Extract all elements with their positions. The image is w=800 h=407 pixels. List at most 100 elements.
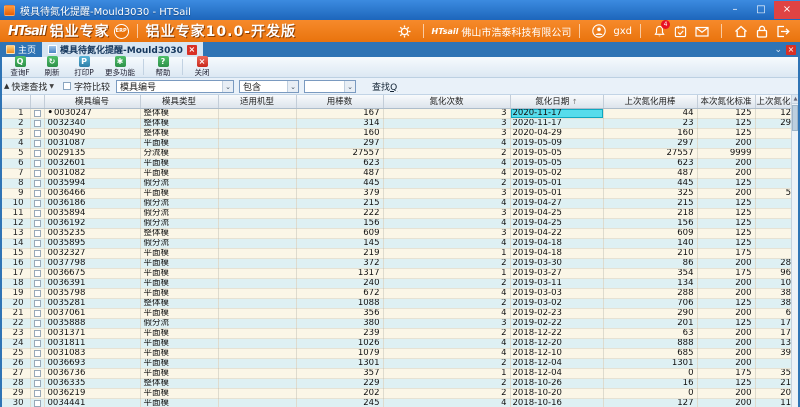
cell-standard[interactable]: 200 — [697, 258, 755, 268]
cell-nitride-times[interactable]: 4 — [383, 158, 510, 168]
cell-nitride-date[interactable]: 2019-03-11 — [510, 278, 603, 288]
query-button[interactable]: Q 查询F — [4, 57, 36, 78]
cell-mold-type[interactable]: 平面模 — [140, 278, 218, 288]
row-checkbox[interactable] — [34, 340, 41, 347]
cell-last-rod[interactable]: 215 — [603, 198, 697, 208]
cell-rod-count[interactable]: 245 — [296, 398, 383, 407]
row-number-cell[interactable]: 18 — [0, 278, 30, 288]
cell-nitride-times[interactable]: 3 — [383, 118, 510, 128]
cell-last-rod[interactable]: 23 — [603, 118, 697, 128]
table-row[interactable]: 60032601平面模62342019-05-056232000 — [0, 158, 800, 168]
row-checkbox[interactable] — [34, 270, 41, 277]
cell-last-rod[interactable]: 888 — [603, 338, 697, 348]
cell-nitride-date[interactable]: 2019-05-02 — [510, 168, 603, 178]
cell-last-rod[interactable]: 160 — [603, 128, 697, 138]
cell-standard[interactable]: 175 — [697, 248, 755, 258]
header-row-number[interactable] — [0, 95, 30, 108]
cell-rod-count[interactable]: 379 — [296, 188, 383, 198]
cell-mold-type[interactable]: 平面模 — [140, 168, 218, 178]
print-button[interactable]: P 打印P — [68, 57, 100, 78]
header-checkbox[interactable] — [30, 95, 44, 108]
cell-mold-type[interactable]: 平面模 — [140, 328, 218, 338]
table-row[interactable]: 190035798平面模67242019-03-03288200384 — [0, 288, 800, 298]
table-row[interactable]: 100036186假分流21542019-04-272151250 — [0, 198, 800, 208]
row-number-cell[interactable]: 29 — [0, 388, 30, 398]
cell-mold-id[interactable]: 0036675 — [44, 268, 140, 278]
cell-machine[interactable] — [218, 198, 296, 208]
row-checkbox[interactable] — [34, 330, 41, 337]
cell-machine[interactable] — [218, 118, 296, 128]
cell-rod-count[interactable]: 215 — [296, 198, 383, 208]
cell-last-rod[interactable]: 86 — [603, 258, 697, 268]
cell-machine[interactable] — [218, 388, 296, 398]
cell-mold-id[interactable]: 0035235 — [44, 228, 140, 238]
cell-mold-type[interactable]: 平面模 — [140, 138, 218, 148]
cell-last-rod[interactable]: 63 — [603, 328, 697, 338]
cell-rod-count[interactable]: 1026 — [296, 338, 383, 348]
cell-machine[interactable] — [218, 318, 296, 328]
cell-rod-count[interactable]: 167 — [296, 108, 383, 118]
table-row[interactable]: 280036335整体模22922018-10-2616125213 — [0, 378, 800, 388]
row-checkbox[interactable] — [34, 250, 41, 257]
table-row[interactable]: 210037061平面模35642019-02-2329020066 — [0, 308, 800, 318]
tab-home[interactable]: 主页 — [0, 42, 42, 57]
table-row[interactable]: 150032327平面模21912019-04-182101759 — [0, 248, 800, 258]
header-nitride-date[interactable]: 氮化日期 ↑ — [510, 95, 603, 108]
cell-rod-count[interactable]: 672 — [296, 288, 383, 298]
cell-rod-count[interactable]: 1088 — [296, 298, 383, 308]
cell-mold-id[interactable]: 0029135 — [44, 148, 140, 158]
cell-mold-type[interactable]: 平面模 — [140, 308, 218, 318]
cell-last-rod[interactable]: 445 — [603, 178, 697, 188]
cell-rod-count[interactable]: 623 — [296, 158, 383, 168]
cell-rod-count[interactable]: 380 — [296, 318, 383, 328]
row-select-cell[interactable] — [30, 238, 44, 248]
table-row[interactable]: 290036219平面模20222018-10-200200202 — [0, 388, 800, 398]
cell-mold-id[interactable]: 0036391 — [44, 278, 140, 288]
cell-mold-type[interactable]: 整体模 — [140, 128, 218, 138]
row-checkbox[interactable] — [34, 370, 41, 377]
cell-nitride-times[interactable]: 2 — [383, 358, 510, 368]
cell-nitride-date[interactable]: 2019-05-09 — [510, 138, 603, 148]
row-select-cell[interactable] — [30, 268, 44, 278]
cell-nitride-date[interactable]: 2020-04-29 — [510, 128, 603, 138]
field-select[interactable]: 模具编号 ⌄ — [116, 80, 234, 93]
cell-last-rod[interactable]: 0 — [603, 388, 697, 398]
table-row[interactable]: 200035281整体模108822019-03-02706125382 — [0, 298, 800, 308]
cell-standard[interactable]: 125 — [697, 298, 755, 308]
cell-machine[interactable] — [218, 258, 296, 268]
cell-mold-type[interactable]: 平面模 — [140, 158, 218, 168]
row-checkbox[interactable] — [34, 210, 41, 217]
row-select-cell[interactable] — [30, 348, 44, 358]
cell-nitride-date[interactable]: 2020-11-17 — [510, 118, 603, 128]
cell-nitride-times[interactable]: 2 — [383, 148, 510, 158]
collapse-panel-icon[interactable]: ▲ — [4, 82, 9, 90]
table-row[interactable]: 70031082平面模48742019-05-024872000 — [0, 168, 800, 178]
row-select-cell[interactable] — [30, 248, 44, 258]
row-select-cell[interactable] — [30, 158, 44, 168]
cell-last-rod[interactable]: 134 — [603, 278, 697, 288]
help-button[interactable]: ? 帮助 — [147, 57, 179, 78]
table-row[interactable]: 110035894假分流22232019-04-252181254 — [0, 208, 800, 218]
cell-nitride-date[interactable]: 2018-10-20 — [510, 388, 603, 398]
cell-standard[interactable]: 200 — [697, 338, 755, 348]
row-number-cell[interactable]: 16 — [0, 258, 30, 268]
cell-rod-count[interactable]: 1317 — [296, 268, 383, 278]
cell-nitride-date[interactable]: 2019-03-02 — [510, 298, 603, 308]
row-number-cell[interactable]: 20 — [0, 298, 30, 308]
cell-machine[interactable] — [218, 138, 296, 148]
cell-machine[interactable] — [218, 348, 296, 358]
cell-last-rod[interactable]: 201 — [603, 318, 697, 328]
maximize-button[interactable]: □ — [748, 1, 774, 19]
cell-standard[interactable]: 200 — [697, 388, 755, 398]
row-number-cell[interactable]: 27 — [0, 368, 30, 378]
cell-machine[interactable] — [218, 398, 296, 407]
cell-standard[interactable]: 200 — [697, 158, 755, 168]
cell-standard[interactable]: 200 — [697, 358, 755, 368]
row-number-cell[interactable]: 3 — [0, 128, 30, 138]
row-select-cell[interactable] — [30, 318, 44, 328]
row-checkbox[interactable] — [34, 170, 41, 177]
header-mold-type[interactable]: 模具类型 — [140, 95, 218, 108]
row-number-cell[interactable]: 8 — [0, 178, 30, 188]
table-row[interactable]: 120036192假分流15642019-04-251561250 — [0, 218, 800, 228]
cell-last-rod[interactable]: 288 — [603, 288, 697, 298]
